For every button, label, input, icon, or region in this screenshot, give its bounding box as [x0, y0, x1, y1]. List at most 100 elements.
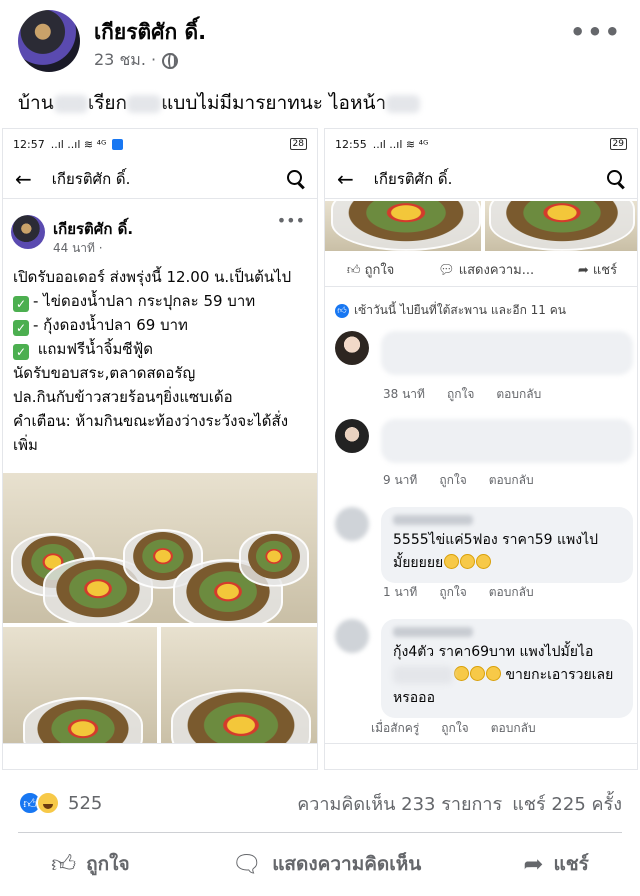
- post-stats: 👍︎ 525 ความคิดเห็น 233 รายการ แชร์ 225 ค…: [18, 786, 622, 820]
- like-label: ถูกใจ: [86, 853, 130, 875]
- pane-nav: ← เกียรติศัก ดิ์.: [3, 159, 317, 199]
- food-photo-main: [3, 473, 317, 623]
- text-line: เปิดรับออเดอร์ ส่งพรุ่งนี้ 12.00 น.เป็นต…: [13, 268, 292, 286]
- laughing-emoji-icon: [460, 554, 476, 569]
- more-options-button[interactable]: •••: [570, 18, 622, 46]
- comment-actions: 38 นาที ถูกใจ ตอบกลับ: [383, 385, 541, 404]
- signal-icon: ..ıl ..ıl ≋ ⁴ᴳ: [50, 137, 107, 151]
- comment-count[interactable]: ความคิดเห็น 233 รายการ: [297, 789, 502, 818]
- author-avatar[interactable]: [18, 10, 80, 72]
- thumb-up-icon: 👍︎: [51, 849, 77, 878]
- inner-post-time: 44 นาที ·: [53, 241, 103, 255]
- comment-bubble: 5555ไข่แค่5ฟอง ราคา59 แพงไป มั้ยยยยย: [381, 507, 633, 583]
- comment-button[interactable]: 🗨︎ แสดงความคิดเห็น: [232, 849, 422, 879]
- comment-reply-link: ตอบกลับ: [496, 387, 542, 401]
- status-time: 12:57: [13, 137, 45, 151]
- text-line: แถมฟรีน้ำจิ้มซีฟู้ด: [33, 340, 153, 358]
- back-arrow-icon: ←: [337, 166, 354, 191]
- text-line: ปล.กินกับข้าวสวยร้อนๆยิ่งแซบเด้อ: [13, 388, 233, 406]
- search-icon: [287, 169, 305, 188]
- post-caption: บ้าน เรียก แบบไม่มีมารยาทนะ ไอหน้า: [18, 88, 421, 118]
- comment-icon: 💬︎: [438, 263, 459, 278]
- likes-summary: 👍︎ เซ้าวันนี้ ไปยืนที่ใต้สะพาน และอีก 11…: [335, 301, 566, 320]
- food-photo-3: [161, 627, 317, 747]
- comment-text: 5555ไข่แค่5ฟอง ราคา59 แพงไป: [393, 532, 599, 548]
- comment-icon: 🗨︎: [231, 850, 263, 878]
- inner-author-name: เกียรติศัก ดิ์.: [53, 220, 134, 238]
- comment-like-link: ถูกใจ: [439, 585, 467, 599]
- reaction-count[interactable]: 525: [68, 793, 102, 814]
- haha-reaction-icon: [36, 791, 60, 815]
- inner-post-text: เปิดรับออเดอร์ ส่งพรุ่งนี้ 12.00 น.เป็นต…: [3, 261, 317, 461]
- laughing-emoji-icon: [444, 554, 460, 569]
- food-photo-2: [3, 627, 157, 747]
- pane-footer: [3, 743, 317, 769]
- post-meta: 23 ชม. ·: [94, 48, 179, 73]
- post-header: เกียรติศัก ดิ์. 23 ชม. · •••: [18, 10, 628, 76]
- comment-like-link: ถูกใจ: [446, 387, 475, 401]
- share-icon: ➦: [523, 850, 544, 878]
- laughing-emoji-icon: [486, 666, 501, 681]
- laughing-emoji-icon: [454, 666, 469, 681]
- food-photo-top-b: [485, 201, 637, 251]
- like-reaction-icon: 👍︎: [335, 303, 349, 318]
- likes-text: เซ้าวันนี้ ไปยืนที่ใต้สะพาน และอีก 11 คน: [354, 303, 566, 317]
- inner-like-button: 👍︎ ถูกใจ: [346, 263, 395, 278]
- search-icon: [607, 169, 625, 188]
- redacted-text: [386, 94, 421, 113]
- inner-avatar: [11, 215, 45, 249]
- comment-bubble-redacted: [381, 331, 633, 375]
- comment-text: หรอออ: [393, 690, 435, 706]
- back-arrow-icon: ←: [15, 166, 32, 191]
- inner-post-header: เกียรติศัก ดิ์. 44 นาที · •••: [3, 199, 317, 261]
- share-count[interactable]: แชร์ 225 ครั้ง: [512, 789, 622, 818]
- comment-reply-link: ตอบกลับ: [490, 721, 536, 735]
- screenshot-left[interactable]: 12:57 ..ıl ..ıl ≋ ⁴ᴳ 28 ← เกียรติศัก ดิ์…: [2, 128, 318, 770]
- redacted-text: [393, 666, 453, 684]
- comment-actions: 9 นาที ถูกใจ ตอบกลับ: [383, 471, 534, 490]
- commenter-avatar: [335, 419, 369, 453]
- attached-screenshots[interactable]: 12:57 ..ıl ..ıl ≋ ⁴ᴳ 28 ← เกียรติศัก ดิ์…: [0, 128, 640, 770]
- comment-actions: เมื่อสักครู่ ถูกใจ ตอบกลับ: [371, 719, 536, 738]
- laughing-emoji-icon: [476, 554, 492, 569]
- bowl-image: [23, 697, 143, 747]
- battery-icon: 29: [609, 138, 627, 150]
- text-line: คำเตือน: ห้ามกินขณะท้องว่างระวังจะได้สั่…: [13, 412, 289, 430]
- comment-time: 1 นาที: [383, 585, 418, 599]
- comment-like-link: ถูกใจ: [441, 721, 469, 735]
- comment-text: กุ้ง4ตัว ราคา69บาท แพงไปมั้ยไอ: [393, 644, 594, 660]
- screenshot-right[interactable]: 12:55 ..ıl ..ıl ≋ ⁴ᴳ 29 ← เกียรติศัก ดิ์…: [324, 128, 638, 770]
- comment-reply-link: ตอบกลับ: [488, 473, 534, 487]
- reaction-icons[interactable]: 👍︎: [18, 791, 60, 815]
- comment-time: เมื่อสักครู่: [371, 721, 420, 735]
- post-action-bar: 👍︎ ถูกใจ 🗨︎ แสดงความคิดเห็น ➦ แชร์: [0, 840, 640, 888]
- facebook-icon: [112, 138, 124, 150]
- commenter-avatar: [335, 619, 369, 653]
- redacted-text: [53, 94, 88, 113]
- text-line: นัดรับขอบสระ,ตลาดสดอรัญ: [13, 364, 196, 382]
- post-time[interactable]: 23 ชม. ·: [94, 48, 156, 73]
- globe-icon: [162, 52, 179, 69]
- comment-bubble-redacted: [381, 419, 633, 463]
- comment-like-link: ถูกใจ: [439, 473, 467, 487]
- comment-label: แสดงความคิดเห็น: [272, 853, 422, 875]
- comment-text: มั้ยยยยย: [393, 555, 444, 571]
- commenter-avatar: [335, 507, 369, 541]
- share-button[interactable]: ➦ แชร์: [523, 849, 588, 879]
- bowl-image: [171, 689, 311, 747]
- status-bar: 12:55 ..ıl ..ıl ≋ ⁴ᴳ 29: [325, 129, 637, 159]
- share-icon: ➦: [577, 263, 593, 278]
- redacted-text: [127, 94, 162, 113]
- like-button[interactable]: 👍︎ ถูกใจ: [51, 849, 130, 879]
- status-bar: 12:57 ..ıl ..ıl ≋ ⁴ᴳ 28: [3, 129, 317, 159]
- pane-nav-title: เกียรติศัก ดิ์.: [51, 169, 131, 188]
- bowl-image: [239, 531, 309, 587]
- text-line: - ไข่ดองน้ำปลา กระปุกละ 59 บาท: [33, 292, 256, 310]
- caption-part: แบบไม่มีมารยาทนะ ไอหน้า: [161, 92, 387, 114]
- text-line: - กุ้งดองน้ำปลา 69 บาท: [33, 316, 188, 334]
- check-icon: ✓: [13, 344, 29, 360]
- author-name[interactable]: เกียรติศัก ดิ์.: [94, 16, 206, 49]
- bowl-image: [489, 201, 635, 251]
- check-icon: ✓: [13, 296, 29, 312]
- text-line: เพิ่ม: [13, 436, 38, 454]
